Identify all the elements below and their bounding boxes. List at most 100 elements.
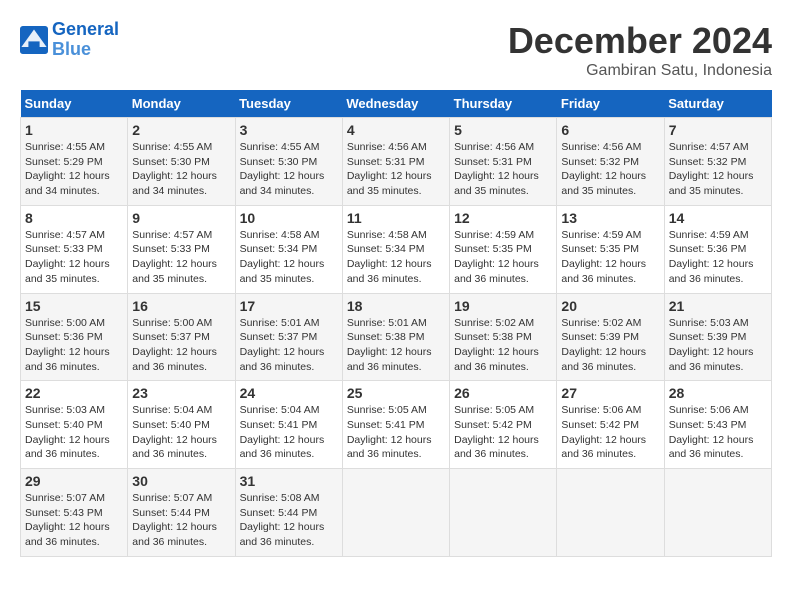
day-info: Sunrise: 5:00 AMSunset: 5:36 PMDaylight:… xyxy=(25,316,123,375)
week-row-5: 29 Sunrise: 5:07 AMSunset: 5:43 PMDaylig… xyxy=(21,469,772,557)
day-number: 7 xyxy=(669,122,767,138)
calendar-cell: 8 Sunrise: 4:57 AMSunset: 5:33 PMDayligh… xyxy=(21,205,128,293)
day-number: 18 xyxy=(347,298,445,314)
month-title: December 2024 xyxy=(508,20,772,62)
day-number: 14 xyxy=(669,210,767,226)
calendar-cell: 11 Sunrise: 4:58 AMSunset: 5:34 PMDaylig… xyxy=(342,205,449,293)
col-saturday: Saturday xyxy=(664,90,771,118)
calendar-cell: 29 Sunrise: 5:07 AMSunset: 5:43 PMDaylig… xyxy=(21,469,128,557)
day-number: 10 xyxy=(240,210,338,226)
calendar-cell: 12 Sunrise: 4:59 AMSunset: 5:35 PMDaylig… xyxy=(450,205,557,293)
calendar-cell: 5 Sunrise: 4:56 AMSunset: 5:31 PMDayligh… xyxy=(450,118,557,206)
day-number: 21 xyxy=(669,298,767,314)
day-number: 20 xyxy=(561,298,659,314)
calendar-cell: 24 Sunrise: 5:04 AMSunset: 5:41 PMDaylig… xyxy=(235,381,342,469)
calendar-cell: 18 Sunrise: 5:01 AMSunset: 5:38 PMDaylig… xyxy=(342,293,449,381)
day-number: 25 xyxy=(347,385,445,401)
day-info: Sunrise: 4:58 AMSunset: 5:34 PMDaylight:… xyxy=(240,228,338,287)
day-info: Sunrise: 4:56 AMSunset: 5:31 PMDaylight:… xyxy=(454,140,552,199)
col-friday: Friday xyxy=(557,90,664,118)
day-number: 30 xyxy=(132,473,230,489)
calendar-cell xyxy=(342,469,449,557)
day-info: Sunrise: 5:00 AMSunset: 5:37 PMDaylight:… xyxy=(132,316,230,375)
day-number: 12 xyxy=(454,210,552,226)
day-number: 11 xyxy=(347,210,445,226)
col-thursday: Thursday xyxy=(450,90,557,118)
day-number: 26 xyxy=(454,385,552,401)
calendar-cell: 28 Sunrise: 5:06 AMSunset: 5:43 PMDaylig… xyxy=(664,381,771,469)
day-number: 1 xyxy=(25,122,123,138)
calendar-cell: 20 Sunrise: 5:02 AMSunset: 5:39 PMDaylig… xyxy=(557,293,664,381)
day-info: Sunrise: 5:06 AMSunset: 5:42 PMDaylight:… xyxy=(561,403,659,462)
calendar-cell: 25 Sunrise: 5:05 AMSunset: 5:41 PMDaylig… xyxy=(342,381,449,469)
day-number: 2 xyxy=(132,122,230,138)
day-info: Sunrise: 4:57 AMSunset: 5:33 PMDaylight:… xyxy=(132,228,230,287)
header-row: Sunday Monday Tuesday Wednesday Thursday… xyxy=(21,90,772,118)
day-info: Sunrise: 5:02 AMSunset: 5:38 PMDaylight:… xyxy=(454,316,552,375)
day-info: Sunrise: 5:04 AMSunset: 5:41 PMDaylight:… xyxy=(240,403,338,462)
day-info: Sunrise: 4:59 AMSunset: 5:35 PMDaylight:… xyxy=(454,228,552,287)
day-info: Sunrise: 5:05 AMSunset: 5:42 PMDaylight:… xyxy=(454,403,552,462)
day-number: 5 xyxy=(454,122,552,138)
col-sunday: Sunday xyxy=(21,90,128,118)
day-info: Sunrise: 4:55 AMSunset: 5:30 PMDaylight:… xyxy=(132,140,230,199)
week-row-2: 8 Sunrise: 4:57 AMSunset: 5:33 PMDayligh… xyxy=(21,205,772,293)
day-info: Sunrise: 5:07 AMSunset: 5:43 PMDaylight:… xyxy=(25,491,123,550)
day-number: 9 xyxy=(132,210,230,226)
day-number: 28 xyxy=(669,385,767,401)
col-monday: Monday xyxy=(128,90,235,118)
day-number: 31 xyxy=(240,473,338,489)
day-number: 29 xyxy=(25,473,123,489)
calendar-cell: 27 Sunrise: 5:06 AMSunset: 5:42 PMDaylig… xyxy=(557,381,664,469)
calendar-cell: 13 Sunrise: 4:59 AMSunset: 5:35 PMDaylig… xyxy=(557,205,664,293)
day-info: Sunrise: 4:59 AMSunset: 5:36 PMDaylight:… xyxy=(669,228,767,287)
day-info: Sunrise: 4:56 AMSunset: 5:31 PMDaylight:… xyxy=(347,140,445,199)
day-info: Sunrise: 4:58 AMSunset: 5:34 PMDaylight:… xyxy=(347,228,445,287)
day-info: Sunrise: 4:57 AMSunset: 5:33 PMDaylight:… xyxy=(25,228,123,287)
day-number: 23 xyxy=(132,385,230,401)
day-info: Sunrise: 5:01 AMSunset: 5:38 PMDaylight:… xyxy=(347,316,445,375)
day-number: 3 xyxy=(240,122,338,138)
day-info: Sunrise: 5:08 AMSunset: 5:44 PMDaylight:… xyxy=(240,491,338,550)
day-number: 17 xyxy=(240,298,338,314)
calendar-cell: 23 Sunrise: 5:04 AMSunset: 5:40 PMDaylig… xyxy=(128,381,235,469)
day-number: 13 xyxy=(561,210,659,226)
calendar-cell: 7 Sunrise: 4:57 AMSunset: 5:32 PMDayligh… xyxy=(664,118,771,206)
calendar-cell xyxy=(557,469,664,557)
calendar-cell xyxy=(450,469,557,557)
calendar-cell: 14 Sunrise: 4:59 AMSunset: 5:36 PMDaylig… xyxy=(664,205,771,293)
page-header: General Blue December 2024 Gambiran Satu… xyxy=(20,20,772,80)
week-row-3: 15 Sunrise: 5:00 AMSunset: 5:36 PMDaylig… xyxy=(21,293,772,381)
day-info: Sunrise: 5:03 AMSunset: 5:39 PMDaylight:… xyxy=(669,316,767,375)
calendar-cell xyxy=(664,469,771,557)
day-number: 4 xyxy=(347,122,445,138)
day-info: Sunrise: 4:57 AMSunset: 5:32 PMDaylight:… xyxy=(669,140,767,199)
day-info: Sunrise: 5:05 AMSunset: 5:41 PMDaylight:… xyxy=(347,403,445,462)
calendar-cell: 26 Sunrise: 5:05 AMSunset: 5:42 PMDaylig… xyxy=(450,381,557,469)
calendar-cell: 19 Sunrise: 5:02 AMSunset: 5:38 PMDaylig… xyxy=(450,293,557,381)
day-number: 27 xyxy=(561,385,659,401)
logo-icon xyxy=(20,26,48,54)
day-info: Sunrise: 5:04 AMSunset: 5:40 PMDaylight:… xyxy=(132,403,230,462)
day-number: 22 xyxy=(25,385,123,401)
calendar-cell: 1 Sunrise: 4:55 AMSunset: 5:29 PMDayligh… xyxy=(21,118,128,206)
day-info: Sunrise: 4:59 AMSunset: 5:35 PMDaylight:… xyxy=(561,228,659,287)
logo-blue: Blue xyxy=(52,39,91,59)
col-tuesday: Tuesday xyxy=(235,90,342,118)
day-info: Sunrise: 4:55 AMSunset: 5:29 PMDaylight:… xyxy=(25,140,123,199)
calendar-table: Sunday Monday Tuesday Wednesday Thursday… xyxy=(20,90,772,557)
logo-general: General xyxy=(52,19,119,39)
location: Gambiran Satu, Indonesia xyxy=(508,62,772,80)
day-number: 8 xyxy=(25,210,123,226)
calendar-cell: 4 Sunrise: 4:56 AMSunset: 5:31 PMDayligh… xyxy=(342,118,449,206)
calendar-cell: 6 Sunrise: 4:56 AMSunset: 5:32 PMDayligh… xyxy=(557,118,664,206)
day-info: Sunrise: 5:07 AMSunset: 5:44 PMDaylight:… xyxy=(132,491,230,550)
calendar-cell: 31 Sunrise: 5:08 AMSunset: 5:44 PMDaylig… xyxy=(235,469,342,557)
calendar-cell: 22 Sunrise: 5:03 AMSunset: 5:40 PMDaylig… xyxy=(21,381,128,469)
calendar-cell: 15 Sunrise: 5:00 AMSunset: 5:36 PMDaylig… xyxy=(21,293,128,381)
day-info: Sunrise: 5:01 AMSunset: 5:37 PMDaylight:… xyxy=(240,316,338,375)
day-number: 6 xyxy=(561,122,659,138)
day-info: Sunrise: 4:55 AMSunset: 5:30 PMDaylight:… xyxy=(240,140,338,199)
calendar-cell: 9 Sunrise: 4:57 AMSunset: 5:33 PMDayligh… xyxy=(128,205,235,293)
day-number: 16 xyxy=(132,298,230,314)
